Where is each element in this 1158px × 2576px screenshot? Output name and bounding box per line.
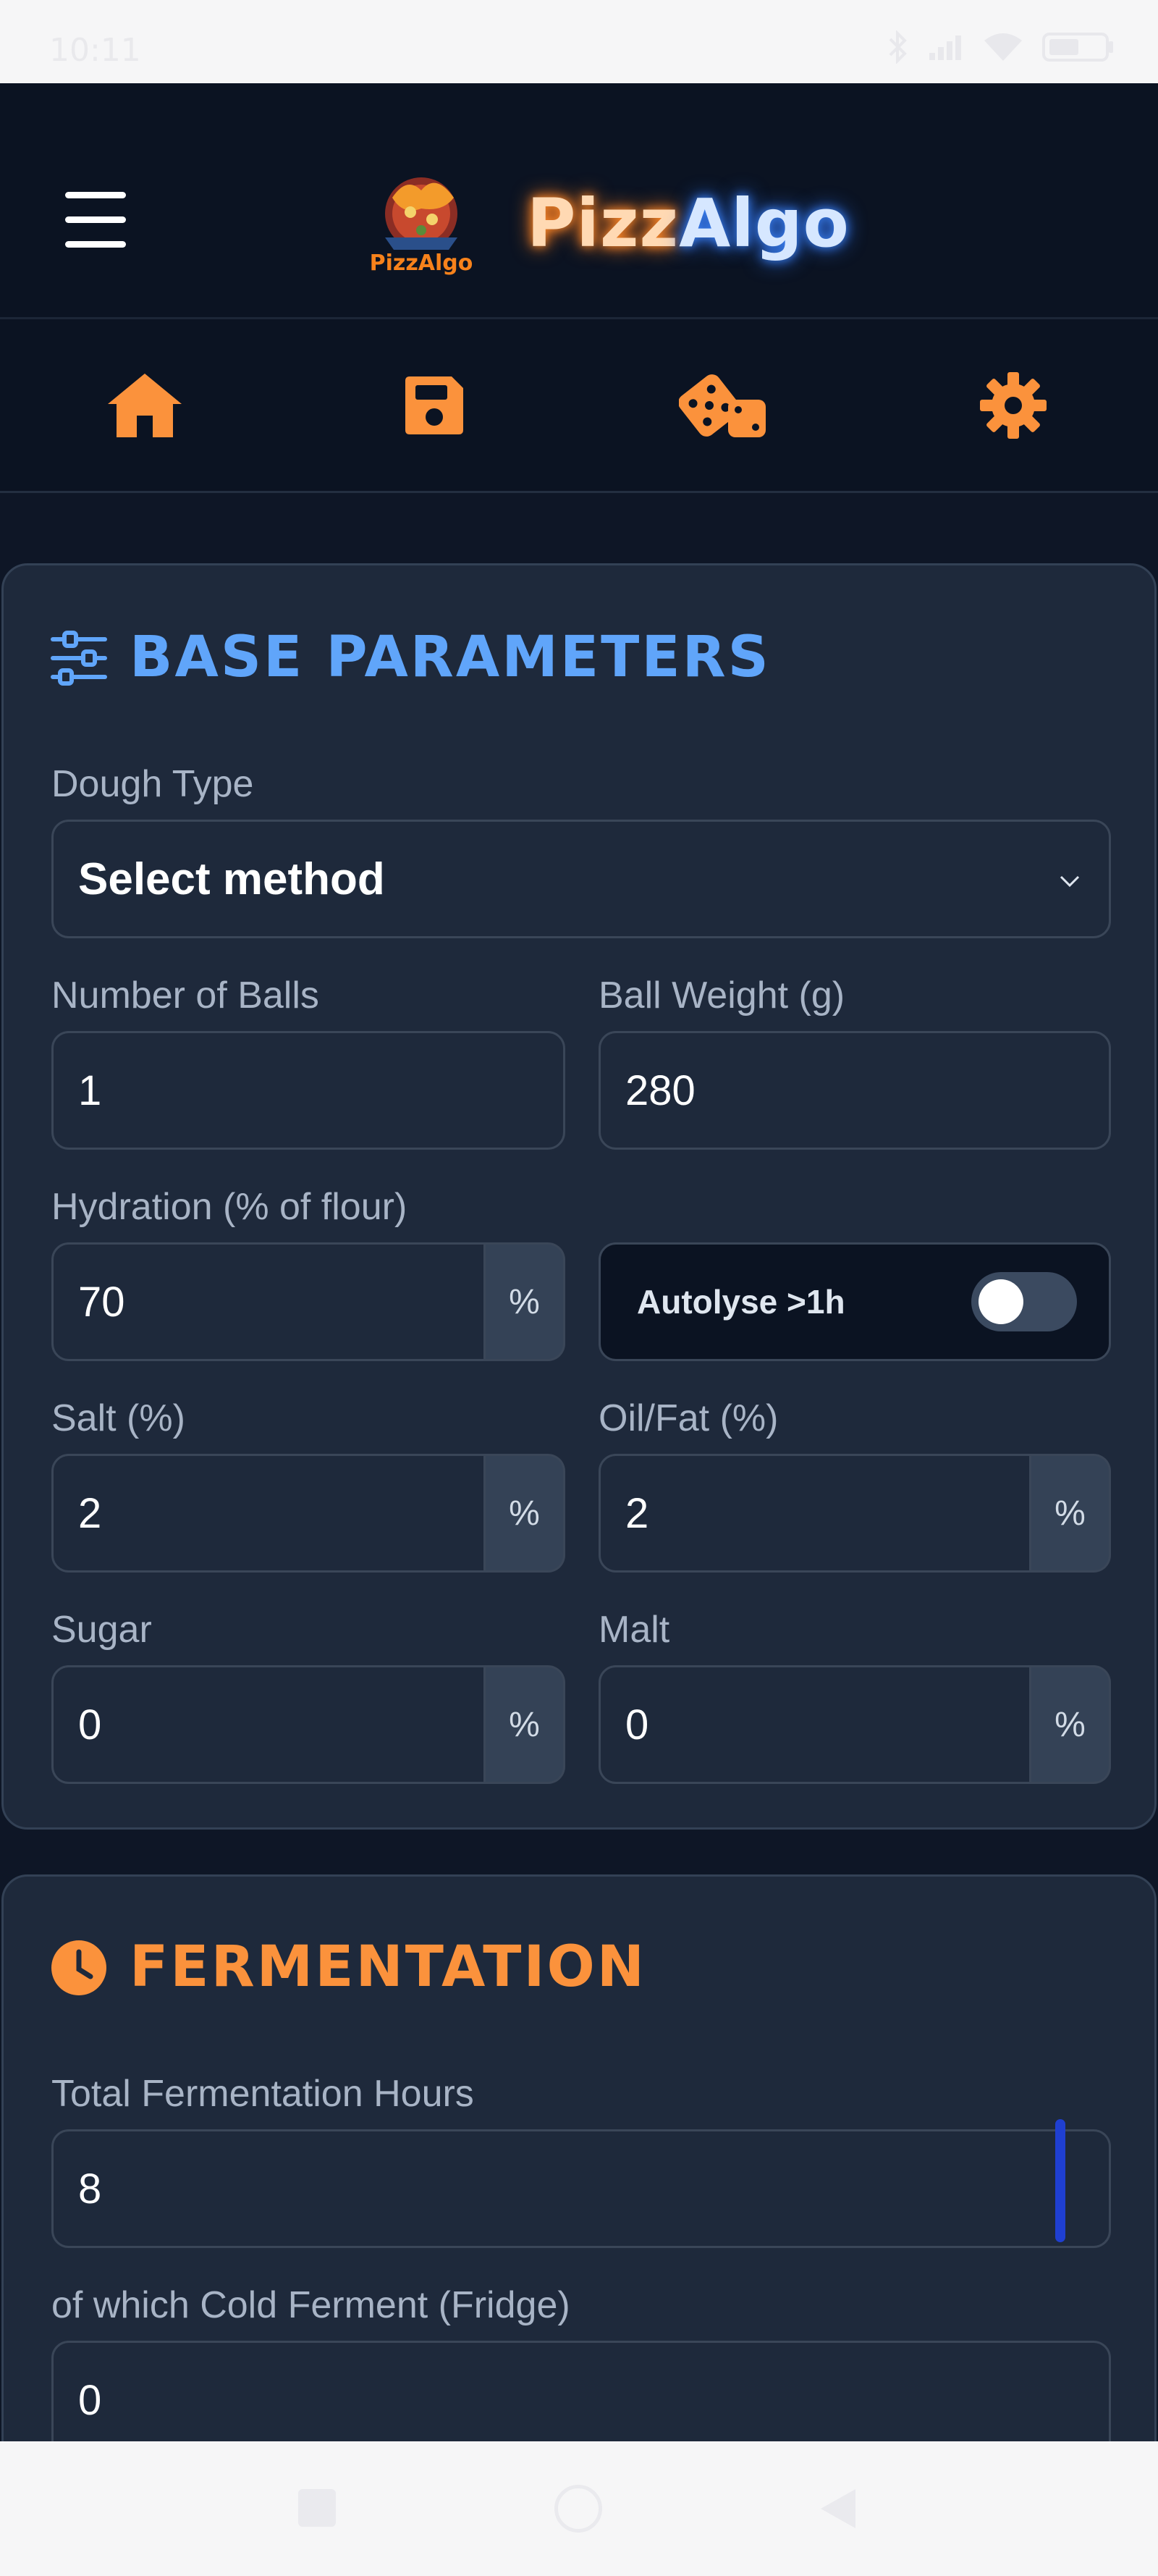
system-navigation-bar — [0, 2441, 1158, 2576]
base-parameters-title: BASE PARAMETERS — [130, 625, 771, 690]
total-fermentation-label: Total Fermentation Hours — [51, 2073, 474, 2115]
logo-text: PizzAlgo — [370, 251, 473, 276]
menu-icon-bar — [65, 216, 126, 223]
autolyse-toggle-row: Autolyse >1h — [599, 1242, 1111, 1361]
home-icon — [108, 373, 182, 437]
app-screen: PizzAlgo PizzAlgo BASE PARAMETERS Dough … — [0, 83, 1158, 2441]
salt-unit: % — [486, 1454, 565, 1573]
gear-icon — [980, 371, 1047, 439]
fermentation-title: FERMENTATION — [130, 1935, 647, 2000]
brand-title: PizzAlgo — [527, 185, 850, 262]
icon-nav — [0, 319, 1158, 491]
number-of-balls-input[interactable]: 1 — [51, 1031, 565, 1150]
oil-label: Oil/Fat (%) — [599, 1397, 779, 1439]
hydration-unit: % — [486, 1242, 565, 1361]
malt-unit: % — [1031, 1665, 1111, 1784]
menu-icon — [65, 192, 126, 198]
sugar-label: Sugar — [51, 1609, 152, 1651]
nav-random-button[interactable] — [579, 319, 868, 491]
menu-button[interactable] — [65, 192, 132, 250]
menu-icon-bar — [65, 241, 126, 248]
ball-weight-label: Ball Weight (g) — [599, 975, 845, 1016]
nav-home-button[interactable] — [0, 319, 290, 491]
malt-input[interactable]: 0 — [599, 1665, 1031, 1784]
salt-input[interactable]: 2 — [51, 1454, 486, 1573]
cold-ferment-input[interactable]: 0 — [51, 2341, 1111, 2441]
app-logo: PizzAlgo — [363, 169, 479, 277]
dough-type-label: Dough Type — [51, 763, 254, 805]
bluetooth-icon — [887, 30, 909, 67]
battery-icon — [1042, 31, 1115, 67]
status-bar: 10:11 — [0, 0, 1158, 83]
chevron-down-icon — [1060, 875, 1080, 888]
nav-settings-button[interactable] — [868, 319, 1158, 491]
back-button[interactable] — [818, 2486, 858, 2531]
divider — [0, 491, 1158, 493]
sugar-input[interactable]: 0 — [51, 1665, 486, 1784]
sugar-unit: % — [486, 1665, 565, 1784]
brand-part-pizz: Pizz — [527, 185, 680, 262]
home-button[interactable] — [554, 2485, 602, 2533]
top-bar: PizzAlgo PizzAlgo — [0, 83, 1158, 319]
dough-type-value: Select method — [78, 854, 385, 904]
clock-icon — [50, 1939, 108, 2000]
recents-button[interactable] — [298, 2489, 336, 2527]
dough-type-select[interactable]: Select method — [51, 820, 1111, 938]
toggle-knob — [979, 1279, 1023, 1324]
back-icon — [821, 2489, 855, 2528]
sliders-icon — [50, 631, 108, 689]
oil-input[interactable]: 2 — [599, 1454, 1031, 1573]
save-icon — [405, 376, 463, 434]
nav-save-button[interactable] — [290, 319, 579, 491]
total-fermentation-input[interactable]: 8 — [51, 2129, 1111, 2248]
status-time: 10:11 — [49, 32, 141, 69]
dice-icon — [679, 374, 766, 437]
malt-label: Malt — [599, 1609, 670, 1651]
base-parameters-card: BASE PARAMETERS Dough Type Select method… — [1, 563, 1157, 1830]
cold-ferment-label: of which Cold Ferment (Fridge) — [51, 2284, 570, 2326]
hydration-label: Hydration (% of flour) — [51, 1186, 407, 1228]
wifi-icon — [983, 32, 1023, 66]
ball-weight-input[interactable]: 280 — [599, 1031, 1111, 1150]
fermentation-card: FERMENTATION Total Fermentation Hours 8 … — [1, 1874, 1157, 2441]
brand-part-algo: Algo — [679, 185, 850, 262]
hydration-input[interactable]: 70 — [51, 1242, 486, 1361]
oil-unit: % — [1031, 1454, 1111, 1573]
signal-icon — [928, 33, 964, 65]
autolyse-toggle[interactable] — [971, 1272, 1077, 1331]
number-of-balls-label: Number of Balls — [51, 975, 319, 1016]
salt-label: Salt (%) — [51, 1397, 185, 1439]
scroll-handle[interactable] — [1055, 2119, 1065, 2242]
status-icons — [887, 30, 1115, 67]
autolyse-label: Autolyse >1h — [637, 1283, 845, 1321]
